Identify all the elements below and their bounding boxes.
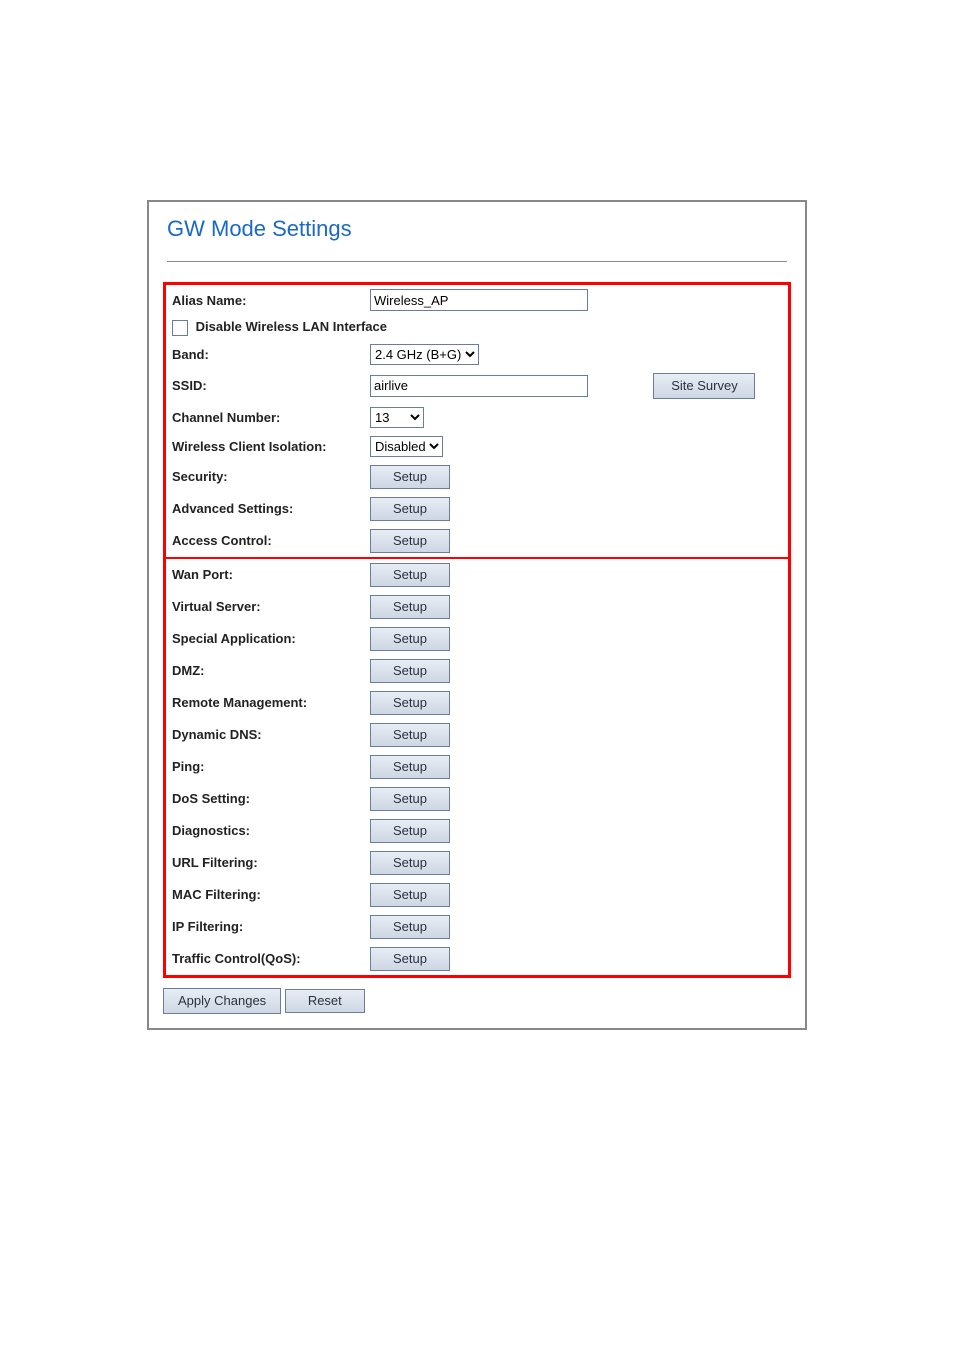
channel-select[interactable]: 13 xyxy=(370,407,424,428)
access-control-label: Access Control: xyxy=(166,525,364,558)
alias-name-label: Alias Name: xyxy=(166,285,364,315)
security-setup-button[interactable]: Setup xyxy=(370,465,450,489)
dmz-setup-button[interactable]: Setup xyxy=(370,659,450,683)
advanced-settings-setup-button[interactable]: Setup xyxy=(370,497,450,521)
band-label: Band: xyxy=(166,340,364,369)
diagnostics-label: Diagnostics: xyxy=(166,815,364,847)
security-label: Security: xyxy=(166,461,364,493)
isolation-label: Wireless Client Isolation: xyxy=(166,432,364,461)
site-survey-button[interactable]: Site Survey xyxy=(653,373,755,399)
wan-port-label: Wan Port: xyxy=(166,558,364,591)
highlighted-settings-area: Alias Name: Disable Wireless LAN Interfa… xyxy=(163,282,791,978)
access-control-setup-button[interactable]: Setup xyxy=(370,529,450,553)
ping-label: Ping: xyxy=(166,751,364,783)
disable-wlan-label: Disable Wireless LAN Interface xyxy=(196,319,387,334)
band-select[interactable]: 2.4 GHz (B+G) xyxy=(370,344,479,365)
isolation-select[interactable]: Disabled xyxy=(370,436,443,457)
mac-filtering-setup-button[interactable]: Setup xyxy=(370,883,450,907)
advanced-settings-label: Advanced Settings: xyxy=(166,493,364,525)
gw-mode-settings-panel: GW Mode Settings Alias Name: Disable xyxy=(147,200,807,1030)
virtual-server-setup-button[interactable]: Setup xyxy=(370,595,450,619)
traffic-control-label: Traffic Control(QoS): xyxy=(166,943,364,975)
dmz-label: DMZ: xyxy=(166,655,364,687)
ip-filtering-label: IP Filtering: xyxy=(166,911,364,943)
reset-button[interactable]: Reset xyxy=(285,989,365,1013)
alias-name-input[interactable] xyxy=(370,289,588,311)
disable-wlan-checkbox[interactable] xyxy=(172,320,188,336)
footer-buttons: Apply Changes Reset xyxy=(149,978,805,1028)
diagnostics-setup-button[interactable]: Setup xyxy=(370,819,450,843)
dynamic-dns-label: Dynamic DNS: xyxy=(166,719,364,751)
wan-port-setup-button[interactable]: Setup xyxy=(370,563,450,587)
apply-changes-button[interactable]: Apply Changes xyxy=(163,988,281,1014)
dynamic-dns-setup-button[interactable]: Setup xyxy=(370,723,450,747)
ssid-input[interactable] xyxy=(370,375,588,397)
ip-filtering-setup-button[interactable]: Setup xyxy=(370,915,450,939)
virtual-server-label: Virtual Server: xyxy=(166,591,364,623)
url-filtering-label: URL Filtering: xyxy=(166,847,364,879)
title-text: GW Mode Settings xyxy=(167,216,352,241)
panel-title: GW Mode Settings xyxy=(149,202,805,272)
ping-setup-button[interactable]: Setup xyxy=(370,755,450,779)
traffic-control-setup-button[interactable]: Setup xyxy=(370,947,450,971)
url-filtering-setup-button[interactable]: Setup xyxy=(370,851,450,875)
special-application-setup-button[interactable]: Setup xyxy=(370,627,450,651)
remote-management-label: Remote Management: xyxy=(166,687,364,719)
dos-setting-label: DoS Setting: xyxy=(166,783,364,815)
remote-management-setup-button[interactable]: Setup xyxy=(370,691,450,715)
dos-setting-setup-button[interactable]: Setup xyxy=(370,787,450,811)
channel-label: Channel Number: xyxy=(166,403,364,432)
special-application-label: Special Application: xyxy=(166,623,364,655)
ssid-label: SSID: xyxy=(166,369,364,403)
mac-filtering-label: MAC Filtering: xyxy=(166,879,364,911)
